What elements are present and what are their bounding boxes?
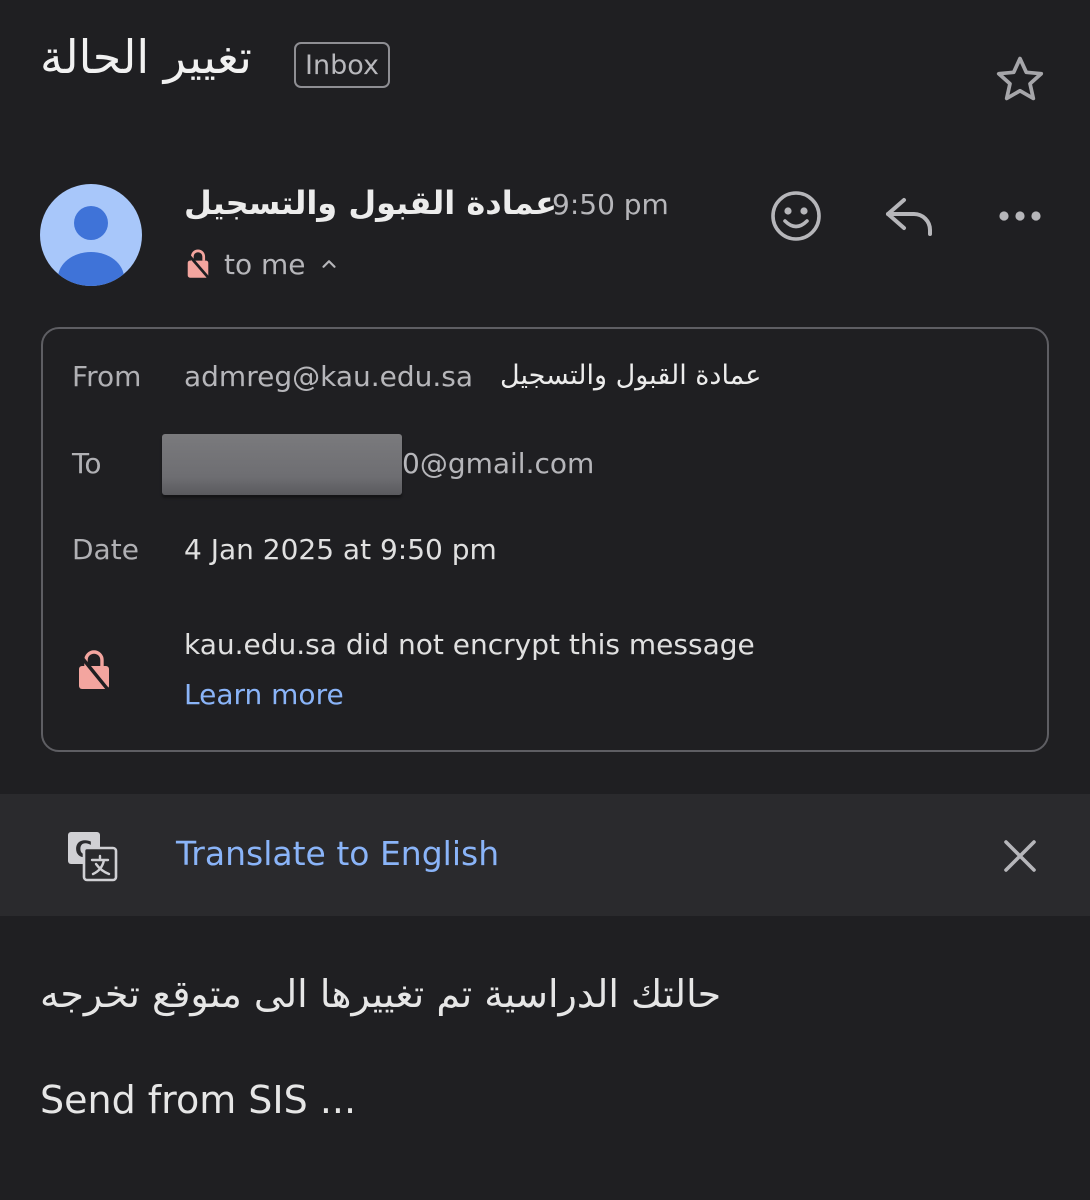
learn-more-link[interactable]: Learn more — [184, 678, 344, 711]
to-email[interactable]: 0@gmail.com — [402, 447, 594, 480]
email-subject: تغيير الحالة — [40, 30, 252, 84]
recipient-details-toggle[interactable]: to me — [184, 244, 340, 284]
sender-time: 9:50 pm — [552, 188, 669, 221]
person-icon — [58, 206, 124, 286]
message-body-arabic: حالتك الدراسية تم تغييرها الى متوقع تخرج… — [40, 972, 722, 1016]
inbox-label-chip[interactable]: Inbox — [294, 42, 390, 88]
translate-icon: G — [68, 832, 118, 882]
star-icon[interactable] — [992, 52, 1048, 108]
sender-name: عمادة القبول والتسجيل — [184, 184, 558, 222]
unencrypted-lock-icon — [185, 249, 211, 280]
chevron-up-icon — [321, 260, 336, 268]
translate-to-english-link[interactable]: Translate to English — [176, 834, 499, 873]
more-options-icon[interactable] — [994, 196, 1046, 236]
translate-bar — [0, 794, 1090, 916]
sender-avatar[interactable] — [40, 184, 142, 286]
from-email[interactable]: admreg@kau.edu.sa — [184, 360, 473, 393]
unencrypted-lock-icon — [77, 650, 111, 692]
message-body-footer: Send from SIS ... — [40, 1078, 357, 1122]
encryption-notice: kau.edu.sa did not encrypt this message — [184, 628, 755, 661]
reply-icon[interactable] — [880, 190, 938, 244]
date-value: 4 Jan 2025 at 9:50 pm — [184, 533, 497, 566]
emoji-reaction-icon[interactable] — [766, 186, 826, 246]
to-label: To — [72, 447, 102, 480]
from-label: From — [72, 360, 142, 393]
from-name: عمادة القبول والتسجيل — [500, 360, 762, 391]
recipient-summary: to me — [224, 247, 306, 281]
date-label: Date — [72, 533, 139, 566]
redaction-box — [162, 434, 402, 495]
close-icon[interactable] — [1000, 836, 1040, 876]
